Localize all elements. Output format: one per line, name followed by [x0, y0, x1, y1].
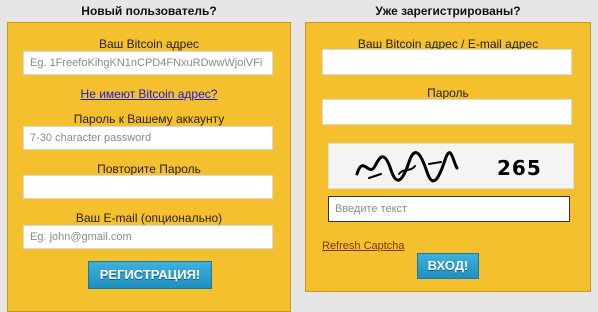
repeat-password-input[interactable]	[23, 175, 273, 199]
login-card: Ваш Bitcoin адрес / E-mail адрес Пароль …	[305, 22, 591, 292]
login-button[interactable]: ВХОД!	[417, 253, 479, 279]
repeat-password-label: Повторите Пароль	[97, 162, 201, 176]
no-bitcoin-address-link[interactable]: Не имеют Bitcoin адрес?	[8, 87, 290, 101]
refresh-captcha-link[interactable]: Refresh Captcha	[322, 240, 405, 252]
password-label: Пароль к Вашему аккаунту	[73, 112, 225, 126]
captcha-image: 265	[328, 143, 574, 189]
register-title: Новый пользователь?	[81, 4, 217, 18]
login-password-label: Пароль	[427, 86, 469, 100]
login-panel: Уже зарегистрированы? Ваш Bitcoin адрес …	[298, 0, 598, 312]
login-password-input[interactable]	[322, 99, 572, 125]
captcha-input[interactable]	[328, 196, 570, 222]
email-input[interactable]	[23, 225, 273, 249]
password-input[interactable]	[23, 126, 273, 150]
bitcoin-address-input[interactable]	[23, 51, 273, 75]
captcha-code: 265	[497, 156, 542, 180]
bitcoin-address-label: Ваш Bitcoin адрес	[98, 37, 199, 51]
email-label: Ваш E-mail (опционально)	[75, 211, 223, 225]
register-card: Ваш Bitcoin адрес Не имеют Bitcoin адрес…	[7, 22, 291, 312]
login-title: Уже зарегистрированы?	[375, 4, 521, 18]
register-button[interactable]: РЕГИСТРАЦИЯ!	[88, 261, 212, 289]
account-input[interactable]	[322, 49, 572, 75]
register-panel: Новый пользователь? Ваш Bitcoin адрес Не…	[0, 0, 298, 312]
